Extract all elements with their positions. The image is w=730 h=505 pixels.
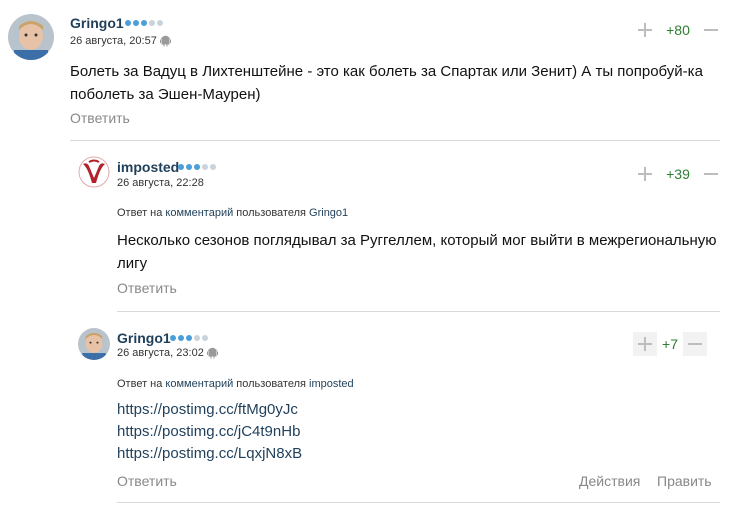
comment-links: https://postimg.cc/ftMg0yJc https://post… xyxy=(117,399,302,465)
comment-date: 26 августа, 22:28 xyxy=(117,177,204,189)
vote-widget: +39 xyxy=(633,162,723,186)
divider xyxy=(117,311,720,312)
avatar[interactable] xyxy=(78,328,110,360)
username[interactable]: Gringo1 xyxy=(70,15,124,31)
comment-text: Несколько сезонов поглядывал за Руггелле… xyxy=(117,232,717,272)
username[interactable]: imposted xyxy=(117,159,179,175)
rating-dots xyxy=(125,20,163,26)
postimg-link-3[interactable]: https://postimg.cc/LqxjN8xB xyxy=(117,443,302,465)
comment-text: Болеть за Вадуц в Лихтенштейне - это как… xyxy=(70,63,703,103)
vote-widget: +80 xyxy=(633,18,723,42)
upvote-button[interactable] xyxy=(633,162,657,186)
divider xyxy=(70,140,720,141)
reply-to-prefix: Ответ на xyxy=(117,378,163,390)
postimg-link-2[interactable]: https://postimg.cc/jC4t9nHb xyxy=(117,421,302,443)
downvote-button[interactable] xyxy=(699,18,723,42)
reply-to-prefix: Ответ на xyxy=(117,207,163,219)
avatar[interactable] xyxy=(78,156,110,188)
upvote-button[interactable] xyxy=(633,332,657,356)
downvote-button[interactable] xyxy=(699,162,723,186)
android-icon xyxy=(207,347,218,359)
rating-dots xyxy=(170,335,208,341)
reply-to-user-link[interactable]: Gringo1 xyxy=(309,207,348,219)
postimg-link-1[interactable]: https://postimg.cc/ftMg0yJc xyxy=(117,399,302,421)
rating-dots xyxy=(178,164,216,170)
reply-to-comment-link[interactable]: комментарий xyxy=(165,378,233,390)
reply-button[interactable]: Ответить xyxy=(70,110,130,126)
upvote-button[interactable] xyxy=(633,18,657,42)
android-icon xyxy=(160,35,171,47)
divider xyxy=(117,502,720,503)
comment-score: +39 xyxy=(666,166,690,182)
username[interactable]: Gringo1 xyxy=(117,330,171,346)
actions-button[interactable]: Действия xyxy=(579,473,640,489)
comment-date: 26 августа, 23:02 xyxy=(117,347,204,359)
reply-to-info: Ответ на комментарий пользователя Gringo… xyxy=(117,207,348,219)
edit-button[interactable]: Править xyxy=(657,473,712,489)
reply-to-middle: пользователя xyxy=(236,207,306,219)
comment-date: 26 августа, 20:57 xyxy=(70,35,157,47)
comment-score: +80 xyxy=(666,22,690,38)
reply-button[interactable]: Ответить xyxy=(117,473,177,489)
comment-score: +7 xyxy=(662,336,678,352)
reply-to-comment-link[interactable]: комментарий xyxy=(165,207,233,219)
reply-button[interactable]: Ответить xyxy=(117,280,177,296)
downvote-button[interactable] xyxy=(683,332,707,356)
vote-widget: +7 xyxy=(633,332,707,356)
reply-to-user-link[interactable]: imposted xyxy=(309,378,354,390)
reply-to-middle: пользователя xyxy=(236,378,306,390)
reply-to-info: Ответ на комментарий пользователя impost… xyxy=(117,378,354,390)
avatar[interactable] xyxy=(8,14,54,60)
